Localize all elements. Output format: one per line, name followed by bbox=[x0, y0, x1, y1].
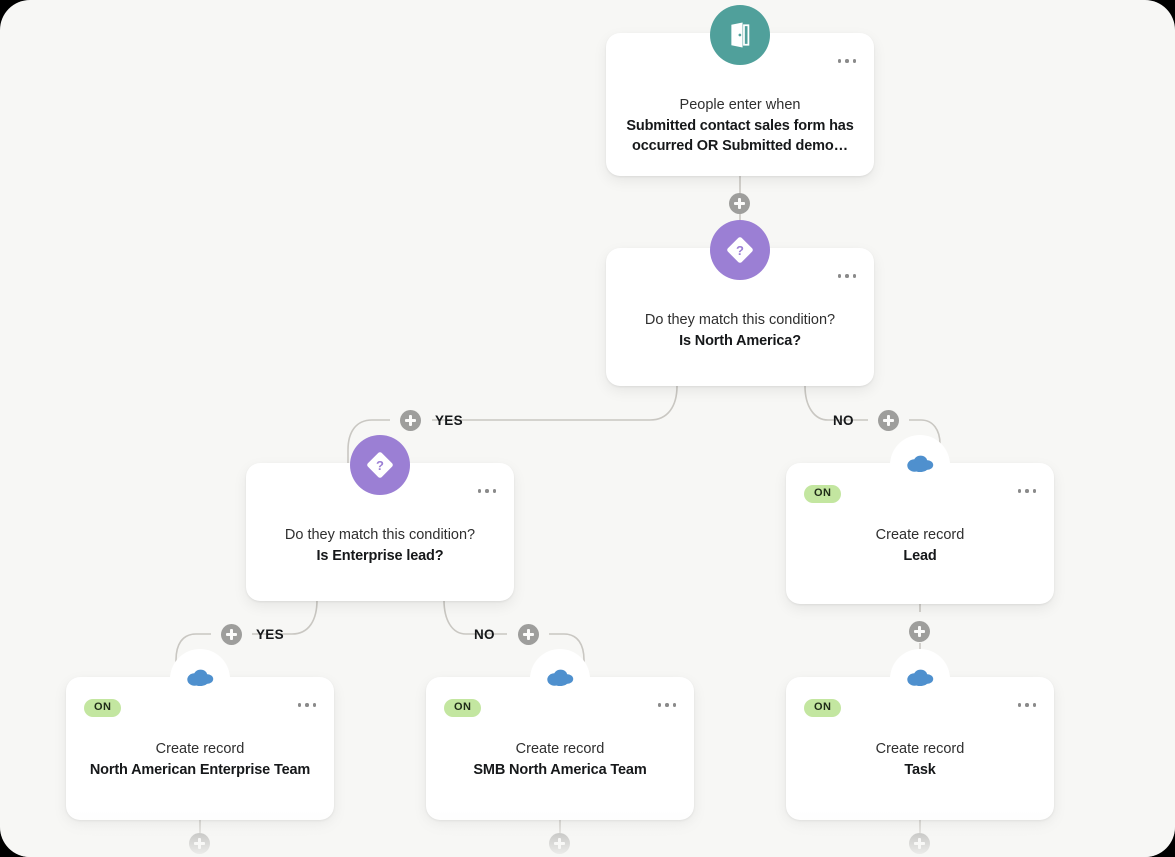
node-menu-button[interactable] bbox=[837, 274, 856, 278]
node-subtitle: Create record bbox=[515, 741, 605, 757]
kebab-dot bbox=[1025, 489, 1029, 493]
node-action-create-record-task[interactable]: ON Create record Task bbox=[786, 649, 1054, 820]
node-subtitle: Do they match this condition? bbox=[284, 527, 476, 543]
svg-text:?: ? bbox=[736, 243, 744, 258]
add-step-button-after-lead[interactable] bbox=[909, 621, 930, 642]
node-title: SMB North America Team bbox=[473, 762, 647, 778]
node-menu-button[interactable] bbox=[477, 489, 496, 493]
node-subtitle: People enter when bbox=[679, 97, 801, 113]
add-step-button-after-na-enterprise-team[interactable] bbox=[189, 833, 210, 854]
status-badge: ON bbox=[444, 699, 482, 717]
kebab-dot bbox=[297, 703, 301, 707]
kebab-dot bbox=[845, 59, 849, 63]
svg-text:?: ? bbox=[376, 458, 384, 473]
node-subtitle: Do they match this condition? bbox=[644, 312, 836, 328]
node-labels: Create record Task bbox=[800, 739, 1040, 780]
kebab-dot bbox=[1032, 703, 1036, 707]
node-labels: People enter when Submitted contact sale… bbox=[620, 95, 860, 156]
node-menu-button[interactable] bbox=[657, 703, 676, 707]
node-menu-button[interactable] bbox=[297, 703, 316, 707]
node-menu-button[interactable] bbox=[1017, 703, 1036, 707]
kebab-dot bbox=[485, 489, 489, 493]
kebab-dot bbox=[1025, 703, 1029, 707]
add-step-button-after-smb-na-team[interactable] bbox=[549, 833, 570, 854]
kebab-dot bbox=[852, 59, 856, 63]
kebab-dot bbox=[837, 274, 841, 278]
node-subtitle: Create record bbox=[155, 741, 245, 757]
node-title: Lead bbox=[903, 548, 937, 564]
status-badge: ON bbox=[84, 699, 122, 717]
kebab-dot bbox=[837, 59, 841, 63]
kebab-dot bbox=[852, 274, 856, 278]
node-labels: Create record North American Enterprise … bbox=[80, 739, 320, 780]
add-step-button-enterprise-yes[interactable] bbox=[221, 624, 242, 645]
node-action-create-record-smb-na-team[interactable]: ON Create record SMB North America Team bbox=[426, 649, 694, 820]
add-step-button-after-trigger[interactable] bbox=[729, 193, 750, 214]
add-step-button-na-yes[interactable] bbox=[400, 410, 421, 431]
status-badge: ON bbox=[804, 485, 842, 503]
node-menu-button[interactable] bbox=[837, 59, 856, 63]
salesforce-cloud-icon bbox=[530, 649, 590, 709]
branch-label-na-no: NO bbox=[833, 413, 854, 428]
salesforce-cloud-icon bbox=[890, 649, 950, 709]
node-title: Task bbox=[904, 762, 936, 778]
door-open-icon bbox=[710, 5, 770, 65]
condition-diamond-icon: ? bbox=[350, 435, 410, 495]
branch-label-enterprise-no: NO bbox=[474, 627, 495, 642]
kebab-dot bbox=[477, 489, 481, 493]
node-trigger[interactable]: People enter when Submitted contact sale… bbox=[606, 5, 874, 176]
kebab-dot bbox=[492, 489, 496, 493]
kebab-dot bbox=[657, 703, 661, 707]
node-action-create-record-na-enterprise-team[interactable]: ON Create record North American Enterpri… bbox=[66, 649, 334, 820]
node-title: North American Enterprise Team bbox=[89, 762, 311, 778]
add-step-button-na-no[interactable] bbox=[878, 410, 899, 431]
kebab-dot bbox=[1017, 489, 1021, 493]
salesforce-cloud-icon bbox=[170, 649, 230, 709]
kebab-dot bbox=[305, 703, 309, 707]
node-title: Is North America? bbox=[679, 333, 801, 349]
node-labels: Do they match this condition? Is North A… bbox=[620, 310, 860, 351]
add-step-button-enterprise-no[interactable] bbox=[518, 624, 539, 645]
node-action-create-record-lead[interactable]: ON Create record Lead bbox=[786, 435, 1054, 604]
status-badge: ON bbox=[804, 699, 842, 717]
node-title: Is Enterprise lead? bbox=[316, 548, 444, 564]
workflow-canvas: People enter when Submitted contact sale… bbox=[0, 0, 1175, 857]
kebab-dot bbox=[672, 703, 676, 707]
node-condition-enterprise-lead[interactable]: ? Do they match this condition? Is Enter… bbox=[246, 435, 514, 601]
workflow-flow: People enter when Submitted contact sale… bbox=[0, 0, 1175, 857]
add-step-button-after-task[interactable] bbox=[909, 833, 930, 854]
node-menu-button[interactable] bbox=[1017, 489, 1036, 493]
condition-diamond-icon: ? bbox=[710, 220, 770, 280]
node-labels: Do they match this condition? Is Enterpr… bbox=[260, 525, 500, 566]
kebab-dot bbox=[312, 703, 316, 707]
node-labels: Create record SMB North America Team bbox=[440, 739, 680, 780]
node-subtitle: Create record bbox=[875, 527, 965, 543]
kebab-dot bbox=[845, 274, 849, 278]
kebab-dot bbox=[1017, 703, 1021, 707]
node-subtitle: Create record bbox=[875, 741, 965, 757]
node-title: Submitted contact sales form has occurre… bbox=[626, 118, 854, 154]
node-labels: Create record Lead bbox=[800, 525, 1040, 566]
branch-label-na-yes: YES bbox=[435, 413, 463, 428]
branch-label-enterprise-yes: YES bbox=[256, 627, 284, 642]
node-condition-north-america[interactable]: ? Do they match this condition? Is North… bbox=[606, 220, 874, 386]
kebab-dot bbox=[665, 703, 669, 707]
salesforce-cloud-icon bbox=[890, 435, 950, 495]
kebab-dot bbox=[1032, 489, 1036, 493]
